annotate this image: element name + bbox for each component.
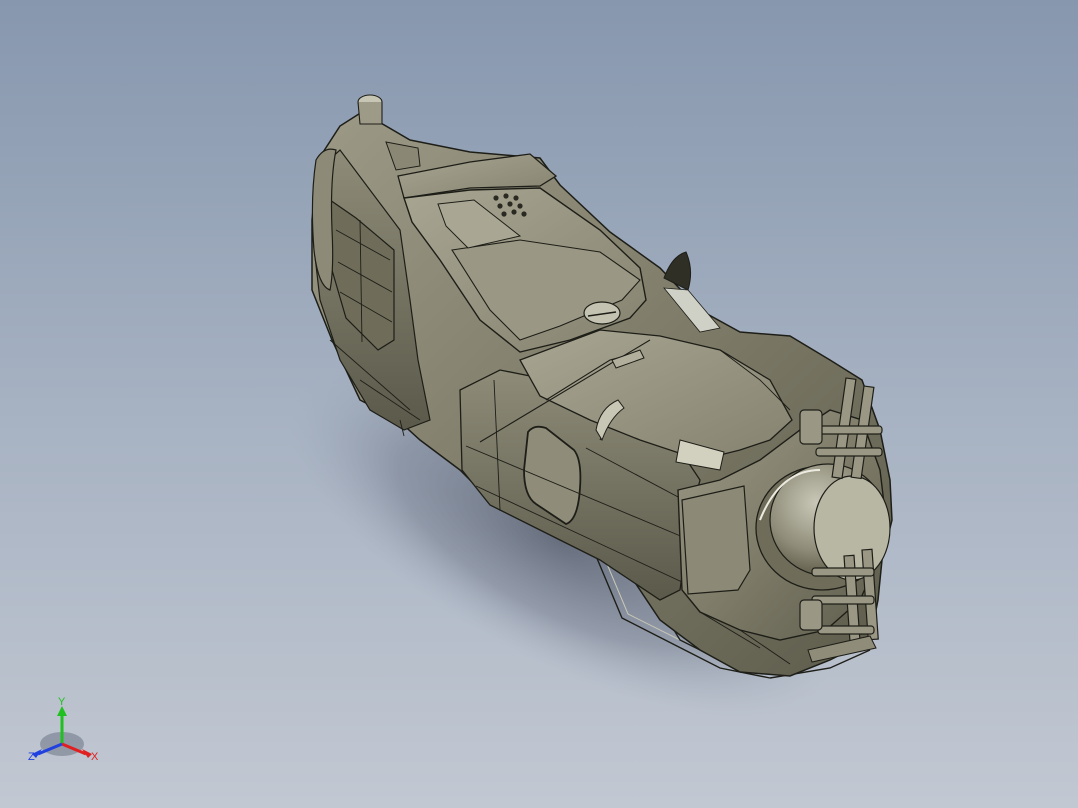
seat-cap <box>583 301 621 325</box>
3d-model-vehicle-body[interactable] <box>0 0 1078 808</box>
z-axis-label: Z <box>28 751 35 763</box>
y-axis-label: Y <box>58 696 66 708</box>
coordinate-triad: Y X Z <box>28 696 99 763</box>
x-axis-label: X <box>91 751 99 763</box>
graphics-viewport[interactable]: Y X Z <box>0 0 1078 808</box>
rear-knob <box>357 94 383 125</box>
front-window-left <box>681 485 751 595</box>
